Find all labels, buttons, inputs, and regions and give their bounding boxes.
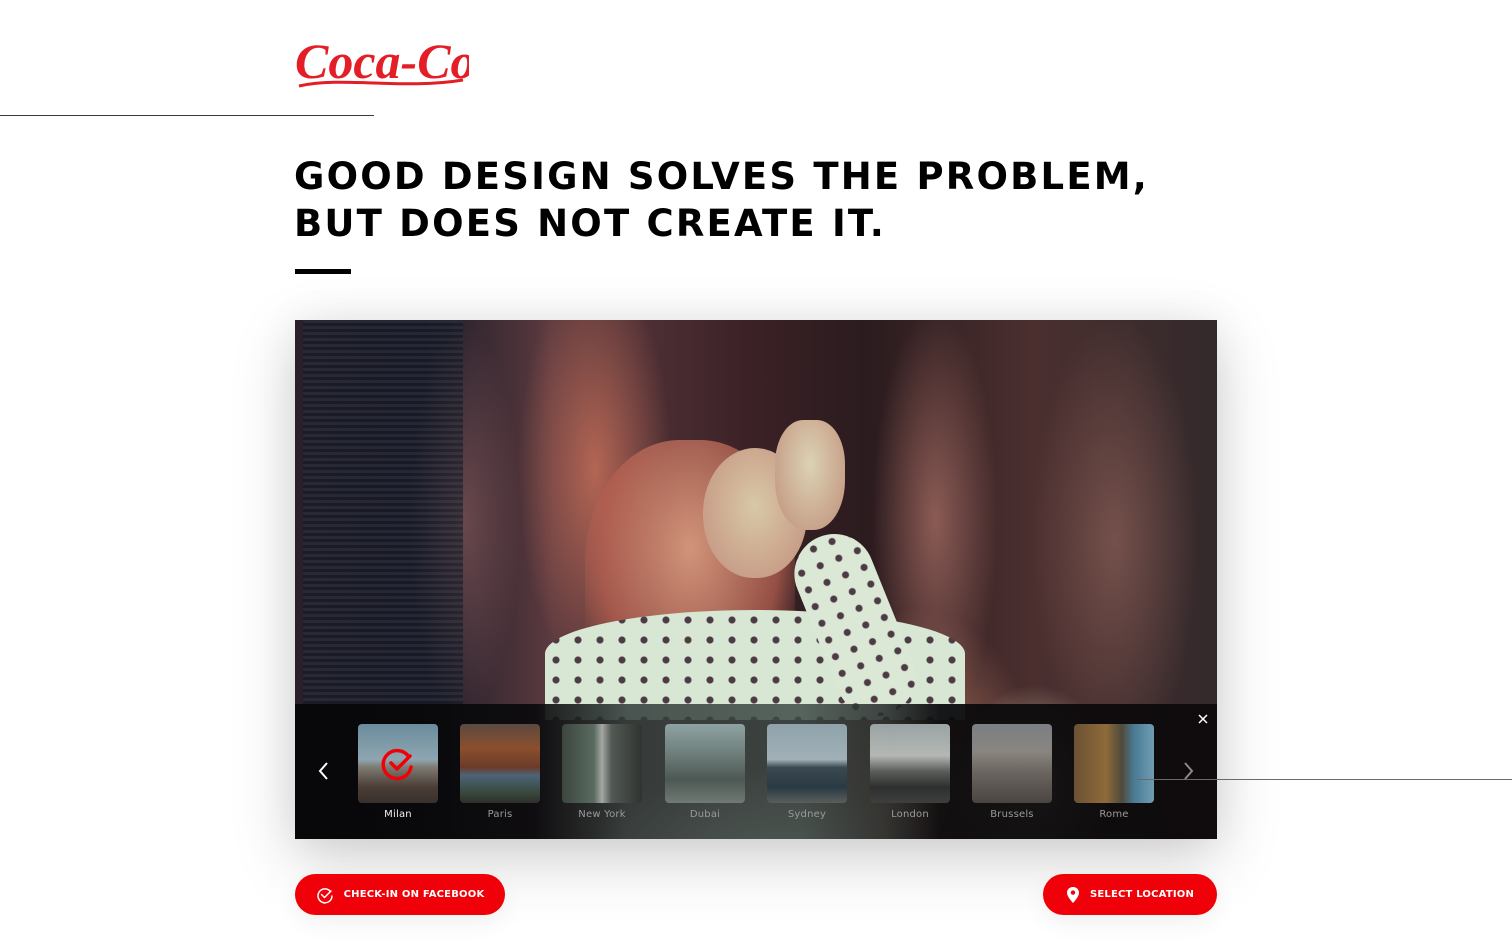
thumb-image [1074,724,1154,803]
location-label: SELECT LOCATION [1089,889,1195,900]
chevron-left-icon [318,762,328,780]
location-thumb-new-york[interactable]: New York [562,724,642,820]
checkin-facebook-button[interactable]: CHECK-IN ON FACEBOOK [295,874,505,915]
selected-check-icon [379,745,417,783]
thumb-label: Paris [487,809,513,820]
photo-window-blind [303,320,463,704]
right-divider [1137,779,1512,780]
page-headline: GOOD DESIGN SOLVES THE PROBLEM, BUT DOES… [294,153,1194,247]
location-thumb-brussels[interactable]: Brussels [972,724,1052,820]
carousel-prev-button[interactable] [314,757,334,785]
logo-wordmark: Coca-Cola [295,33,469,89]
location-thumb-paris[interactable]: Paris [460,724,540,820]
thumb-label: Milan [384,809,412,820]
thumb-image [358,724,438,803]
close-icon [1198,714,1208,724]
chevron-right-icon [1184,762,1194,780]
headline-line-1: GOOD DESIGN SOLVES THE PROBLEM, [294,155,1150,198]
location-carousel: Milan Paris New York Dubai Sydney London… [295,704,1217,839]
thumb-image [460,724,540,803]
thumb-label: Dubai [689,809,721,820]
carousel-next-button[interactable] [1178,757,1198,785]
thumb-label: Rome [1099,809,1129,820]
select-location-button[interactable]: SELECT LOCATION [1043,874,1217,915]
location-thumb-milan[interactable]: Milan [358,724,438,820]
thumb-image [562,724,642,803]
thumb-image [665,724,745,803]
coca-cola-logo[interactable]: Coca-Cola [293,26,469,92]
carousel-close-button[interactable] [1195,711,1211,727]
checkin-label: CHECK-IN ON FACEBOOK [343,889,485,900]
location-thumb-sydney[interactable]: Sydney [767,724,847,820]
thumb-label: Brussels [990,809,1034,820]
thumb-label: Sydney [787,809,827,820]
location-thumb-rome[interactable]: Rome [1074,724,1154,820]
thumb-label: New York [578,809,626,820]
check-circle-icon [316,887,333,904]
headline-line-2: BUT DOES NOT CREATE IT. [294,202,886,245]
photo-hand [775,420,845,530]
thumb-image [972,724,1052,803]
headline-underline [295,269,351,274]
location-thumb-london[interactable]: London [870,724,950,820]
top-divider [0,115,374,116]
location-thumb-dubai[interactable]: Dubai [665,724,745,820]
thumb-image [870,724,950,803]
thumb-image [767,724,847,803]
logo-text: Coca-Cola [295,33,469,89]
map-pin-icon [1066,886,1079,903]
thumb-label: London [891,809,929,820]
